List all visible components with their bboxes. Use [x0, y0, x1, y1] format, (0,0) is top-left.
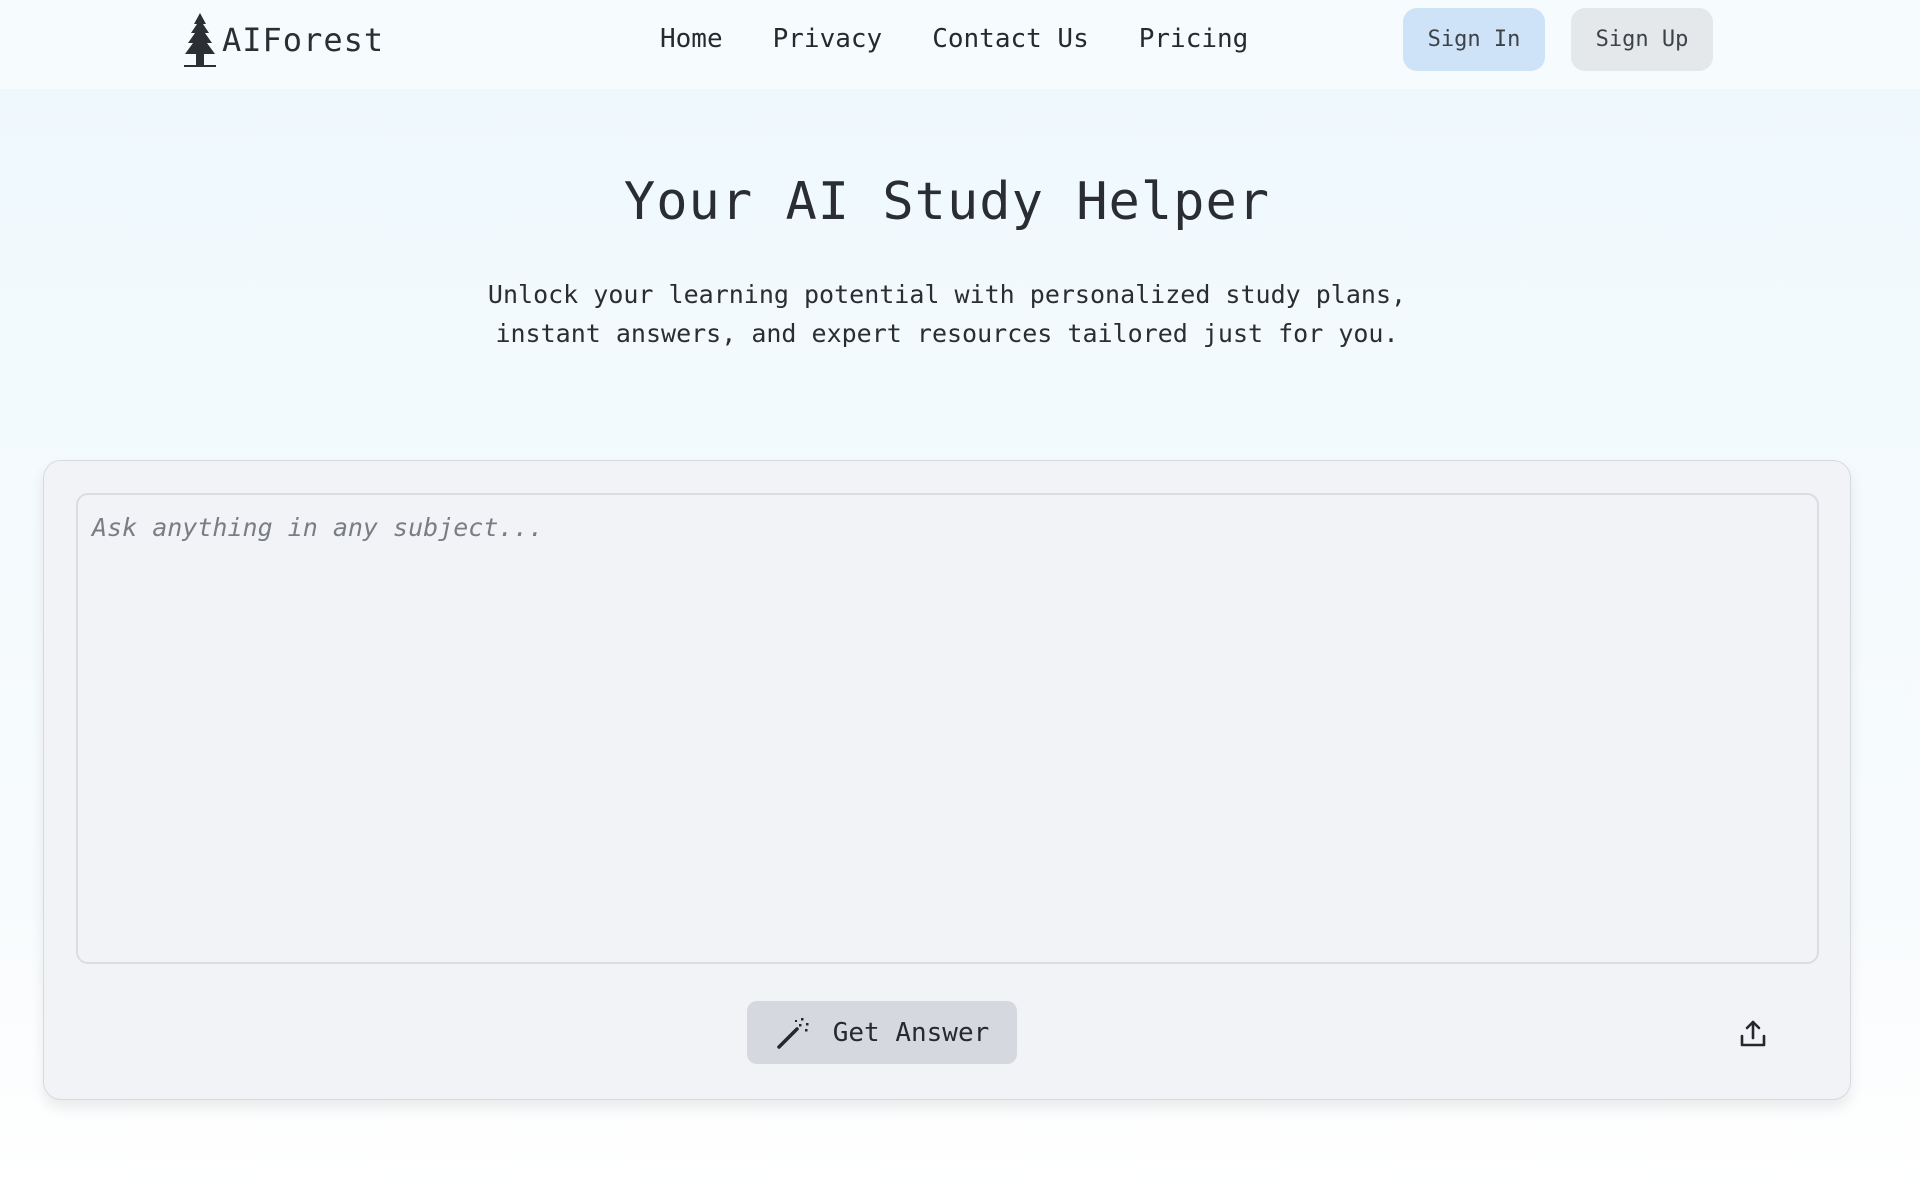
pine-tree-icon: [184, 13, 216, 67]
nav-link-contact-us[interactable]: Contact Us: [932, 20, 1089, 58]
sign-in-button[interactable]: Sign In: [1403, 8, 1545, 71]
upload-icon: [1740, 1020, 1766, 1047]
top-navbar: AIForest Home Privacy Contact Us Pricing…: [0, 0, 1920, 89]
nav-link-home[interactable]: Home: [660, 20, 723, 58]
nav-link-pricing[interactable]: Pricing: [1139, 20, 1249, 58]
question-card: Get Answer: [43, 460, 1851, 1100]
nav-link-privacy[interactable]: Privacy: [773, 20, 883, 58]
magic-wand-icon: [776, 1017, 809, 1049]
upload-button[interactable]: [1734, 1015, 1772, 1053]
get-answer-label: Get Answer: [832, 1017, 990, 1048]
page-title: Your AI Study Helper: [623, 172, 1271, 232]
main-nav: Home Privacy Contact Us Pricing: [660, 20, 1248, 58]
brand-name: AIForest: [222, 21, 385, 59]
get-answer-button[interactable]: Get Answer: [747, 1001, 1017, 1064]
brand-logo-link[interactable]: AIForest: [180, 12, 384, 68]
question-input[interactable]: [76, 493, 1819, 964]
sign-up-button[interactable]: Sign Up: [1571, 8, 1713, 71]
page-subtitle: Unlock your learning potential with pers…: [487, 280, 1407, 348]
